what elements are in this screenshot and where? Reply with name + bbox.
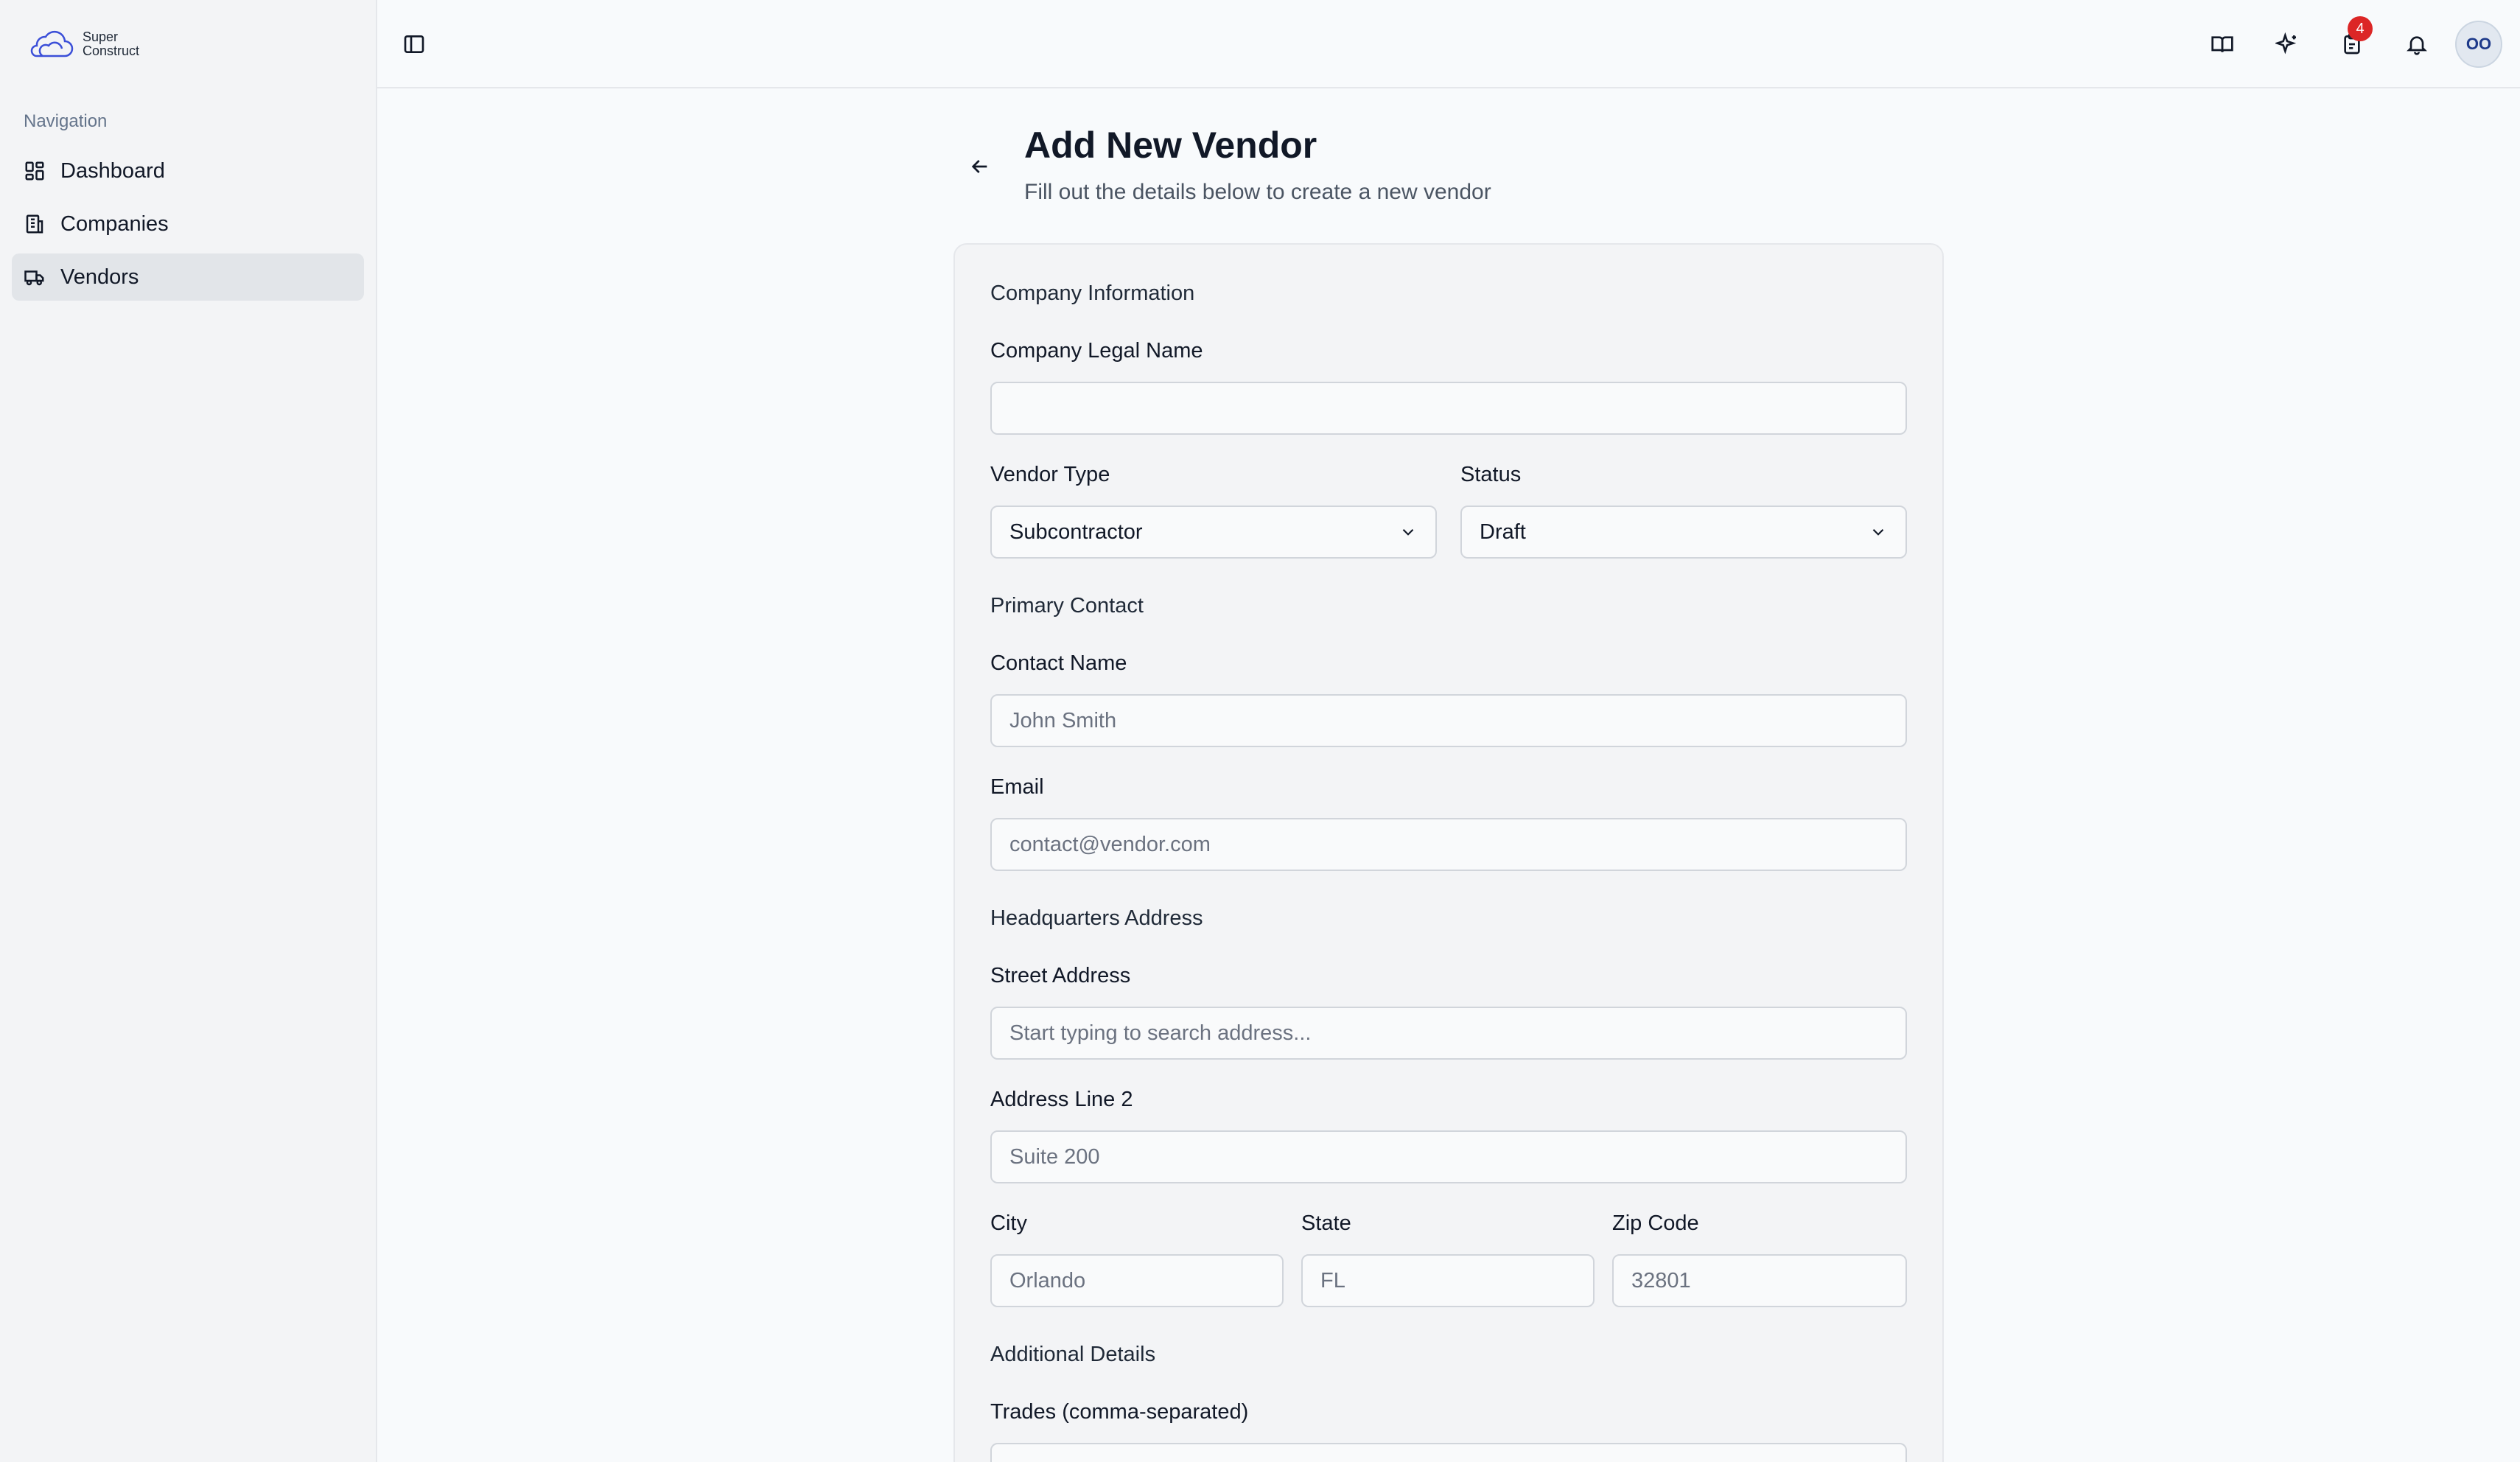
- chevron-down-icon: [1402, 528, 1414, 536]
- street-address-input[interactable]: Start typing to search address...: [990, 1007, 1907, 1060]
- sidebar-item-label: Dashboard: [60, 158, 165, 183]
- page-title: Add New Vendor: [1024, 125, 1317, 166]
- trades-label: Trades (comma-separated): [990, 1400, 1249, 1424]
- zip-input[interactable]: 32801: [1612, 1254, 1907, 1307]
- chevron-down-icon: [1872, 528, 1884, 536]
- contact-name-label: Contact Name: [990, 651, 1127, 675]
- arrow-left-icon: [971, 160, 987, 173]
- section-primary-contact: Primary Contact: [990, 594, 1144, 618]
- toggle-sidebar-button[interactable]: [392, 22, 436, 66]
- tasks-badge: 4: [2348, 16, 2373, 41]
- bell-icon: [2407, 36, 2427, 55]
- email-input[interactable]: contact@vendor.com: [990, 818, 1907, 871]
- sparkles-icon: [2275, 32, 2297, 55]
- back-button[interactable]: [965, 152, 995, 181]
- truck-icon: [24, 270, 44, 286]
- contact-name-input[interactable]: John Smith: [990, 694, 1907, 747]
- status-label: Status: [1460, 463, 1522, 486]
- tasks-button[interactable]: 4: [2330, 16, 2374, 66]
- dashboard-icon: [25, 161, 44, 181]
- address-line2-label: Address Line 2: [990, 1088, 1133, 1111]
- address-line2-input[interactable]: Suite 200: [990, 1130, 1907, 1183]
- zip-label: Zip Code: [1612, 1211, 1699, 1235]
- page-subtitle: Fill out the details below to create a n…: [1024, 180, 1491, 204]
- sidebar-item-dashboard[interactable]: Dashboard: [12, 147, 364, 195]
- book-open-icon: [2211, 36, 2233, 52]
- sidebar: Super Construct Navigation Dashboard Com…: [0, 0, 377, 1462]
- logo-line-1: Super: [83, 29, 119, 44]
- sidebar-item-vendors[interactable]: Vendors: [12, 253, 364, 301]
- vendor-type-select[interactable]: Subcontractor: [990, 506, 1437, 559]
- sidebar-item-label: Companies: [60, 211, 169, 236]
- topbar: 4 OO: [377, 0, 2520, 88]
- status-value: Draft: [1480, 520, 1526, 544]
- vendor-type-value: Subcontractor: [1009, 520, 1143, 544]
- state-input[interactable]: FL: [1301, 1254, 1595, 1307]
- section-additional-details: Additional Details: [990, 1343, 1156, 1366]
- sidebar-item-label: Vendors: [60, 265, 139, 289]
- legal-name-label: Company Legal Name: [990, 339, 1203, 363]
- legal-name-input[interactable]: [990, 382, 1907, 435]
- trades-input[interactable]: [990, 1443, 1907, 1462]
- ai-assistant-button[interactable]: [2265, 22, 2309, 66]
- logo-text: Super Construct: [83, 30, 139, 58]
- section-company-info: Company Information: [990, 281, 1195, 305]
- state-label: State: [1301, 1211, 1351, 1235]
- status-select[interactable]: Draft: [1460, 506, 1907, 559]
- city-input[interactable]: Orlando: [990, 1254, 1284, 1307]
- nav-heading: Navigation: [24, 111, 108, 131]
- building-icon: [26, 214, 43, 234]
- section-hq-address: Headquarters Address: [990, 906, 1203, 930]
- notifications-button[interactable]: [2395, 22, 2439, 66]
- sidebar-item-companies[interactable]: Companies: [12, 200, 364, 248]
- vendor-type-label: Vendor Type: [990, 463, 1110, 486]
- email-label: Email: [990, 775, 1044, 799]
- vendor-form-card: Company Information Company Legal Name V…: [953, 243, 1944, 1462]
- app-root: Super Construct Navigation Dashboard Com…: [0, 0, 2520, 1462]
- panel-left-icon: [404, 35, 424, 53]
- logo[interactable]: Super Construct: [27, 25, 139, 63]
- street-address-label: Street Address: [990, 964, 1131, 987]
- docs-button[interactable]: [2200, 22, 2244, 66]
- logo-line-2: Construct: [83, 43, 140, 58]
- city-label: City: [990, 1211, 1027, 1235]
- cloud-logo-icon: [30, 30, 74, 57]
- user-avatar[interactable]: OO: [2455, 21, 2502, 68]
